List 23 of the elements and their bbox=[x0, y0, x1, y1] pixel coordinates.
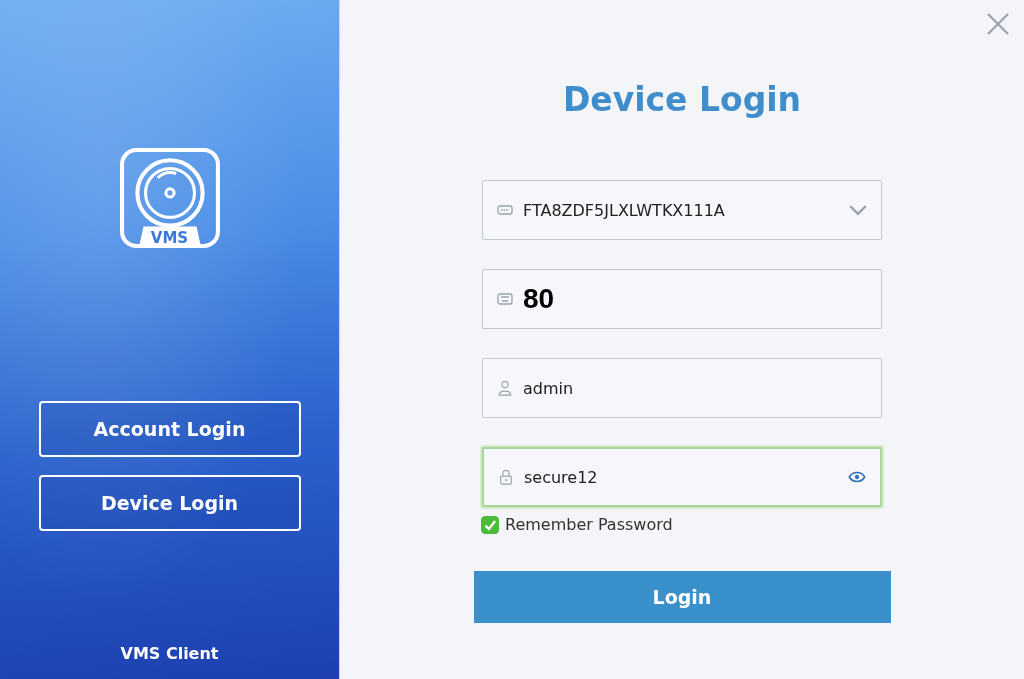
field-value: FTA8ZDF5JLXLWTKX111A bbox=[523, 200, 726, 220]
camera-logo-icon bbox=[118, 147, 221, 249]
device-icon bbox=[497, 202, 513, 218]
close-icon[interactable] bbox=[986, 12, 1010, 36]
remember-label: Remember Password bbox=[505, 515, 673, 534]
login-mode-button[interactable]: Account Login bbox=[38, 401, 301, 457]
port-field[interactable]: 80 bbox=[482, 269, 882, 329]
field-value: 80 bbox=[523, 283, 556, 315]
remember-checkbox[interactable] bbox=[481, 515, 499, 534]
eye-icon[interactable] bbox=[848, 471, 866, 483]
login-mode-button[interactable]: Device Login bbox=[38, 475, 301, 531]
password-field[interactable]: secure12 bbox=[482, 447, 882, 507]
logo-text: VMS bbox=[149, 230, 190, 246]
network-port-icon bbox=[497, 291, 513, 307]
username-field[interactable]: admin bbox=[482, 358, 882, 418]
field-value: admin bbox=[523, 378, 575, 398]
form-title: Device Login bbox=[562, 79, 802, 121]
device-dropdown[interactable]: FTA8ZDF5JLXLWTKX111A bbox=[482, 180, 882, 240]
lock-icon bbox=[498, 469, 514, 485]
user-icon bbox=[497, 380, 513, 396]
field-value: secure12 bbox=[524, 467, 599, 487]
app-name: VMS Client bbox=[120, 644, 219, 663]
chevron-down-icon[interactable] bbox=[849, 204, 867, 216]
